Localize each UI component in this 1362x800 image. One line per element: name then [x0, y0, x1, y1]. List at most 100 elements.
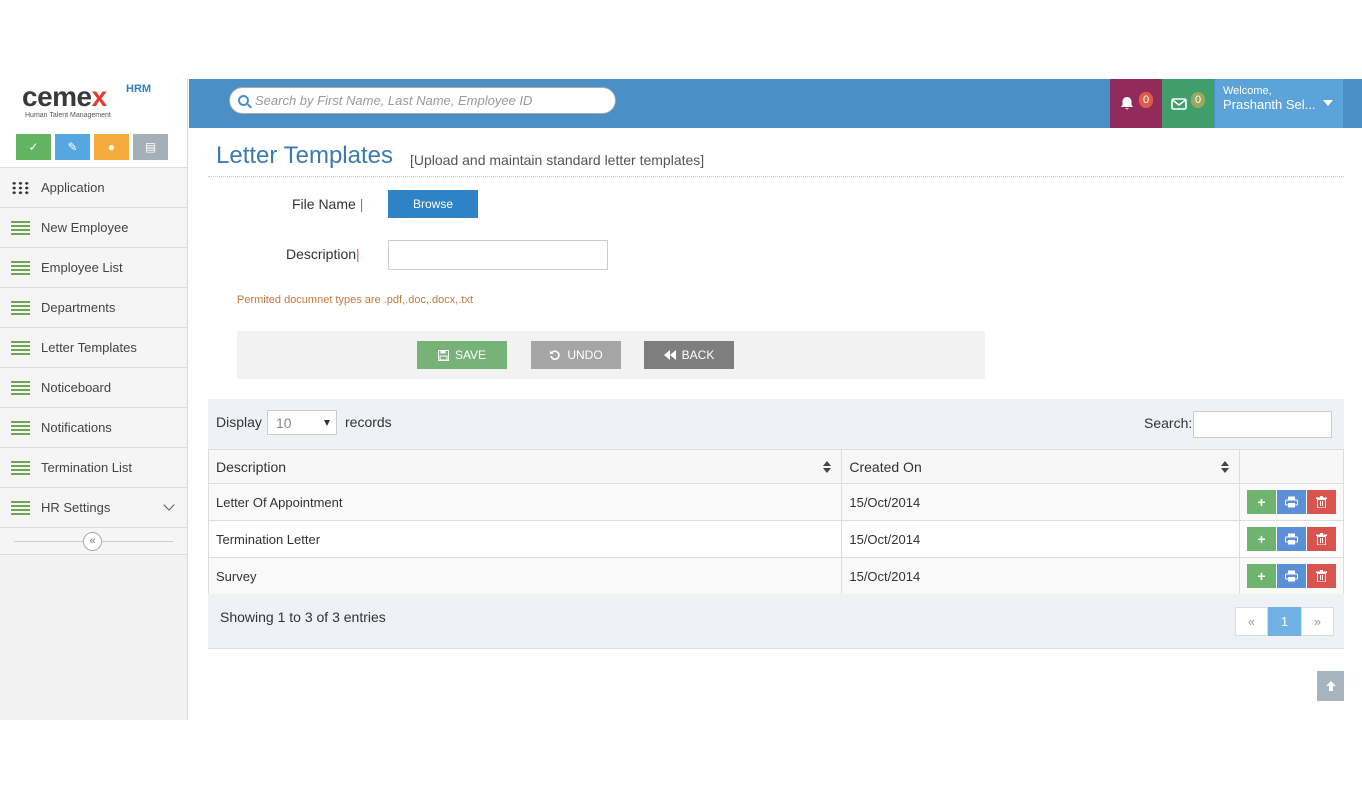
shortcut-bar: ✓ ✎ ● ▤ [0, 128, 187, 168]
sidebar-item-employee-list[interactable]: Employee List [0, 248, 187, 288]
trash-icon[interactable] [1306, 527, 1336, 551]
list-icon [11, 260, 30, 275]
file-name-label: File Name | [292, 196, 363, 212]
global-search[interactable] [229, 87, 616, 114]
plus-icon[interactable]: + [1246, 490, 1276, 514]
caret-down-icon [1323, 100, 1333, 106]
print-icon[interactable] [1276, 490, 1306, 514]
arrow-up-icon [1325, 681, 1336, 691]
sidebar-item-label: Termination List [41, 460, 133, 475]
undo-button[interactable]: UNDO [531, 341, 621, 369]
column-header-actions [1238, 449, 1345, 484]
table-search-input[interactable] [1193, 411, 1332, 438]
table-row: Survey 15/Oct/2014 + [207, 557, 1345, 595]
pagination-next[interactable]: » [1301, 607, 1334, 636]
scroll-to-top-button[interactable] [1317, 671, 1344, 701]
plus-icon[interactable]: + [1246, 527, 1276, 551]
page-subtitle: [Upload and maintain standard letter tem… [410, 152, 705, 168]
user-menu[interactable]: Welcome, Prashanth Sel... [1215, 79, 1343, 128]
sidebar-item-hr-settings[interactable]: HR Settings [0, 488, 187, 528]
page-size-select[interactable]: 10 [267, 410, 337, 435]
sidebar: cemex HRM Human Talent Management ✓ ✎ ● … [0, 79, 188, 720]
list-icon [11, 500, 30, 515]
collapse-sidebar-button[interactable]: « [83, 532, 102, 551]
user-icon[interactable]: ● [94, 134, 129, 160]
notifications-button[interactable]: 0 [1110, 79, 1162, 128]
column-header-created-on[interactable]: Created On [841, 449, 1240, 484]
column-header-label: Description [216, 458, 287, 475]
column-header-label: Created On [849, 458, 922, 475]
sidebar-item-notifications[interactable]: Notifications [0, 408, 187, 448]
sidebar-item-noticeboard[interactable]: Noticeboard [0, 368, 187, 408]
floppy-icon [437, 349, 449, 361]
sidebar-item-departments[interactable]: Departments [0, 288, 187, 328]
backward-icon [663, 350, 676, 360]
templates-table: Description Created On Letter Of Appoint… [207, 449, 1345, 595]
cell-description: Survey [207, 557, 843, 595]
list-icon [11, 220, 30, 235]
sidebar-item-new-employee[interactable]: New Employee [0, 208, 187, 248]
cell-created-on: 15/Oct/2014 [841, 557, 1240, 595]
search-input[interactable] [255, 93, 595, 108]
description-label-text: Description [286, 246, 357, 262]
table-controls: Display 10 records Search: [208, 399, 1344, 449]
sidebar-item-termination-list[interactable]: Termination List [0, 448, 187, 488]
edit-icon[interactable]: ✎ [55, 134, 90, 160]
sidebar-item-label: Departments [41, 300, 116, 315]
page-size-value: 10 [276, 415, 292, 431]
sidebar-item-label: Employee List [41, 260, 123, 275]
envelope-icon [1171, 97, 1187, 110]
cell-actions: + [1238, 557, 1345, 595]
pagination-page-1[interactable]: 1 [1268, 607, 1301, 636]
back-button[interactable]: BACK [644, 341, 734, 369]
required-mark: | [356, 246, 360, 262]
back-label: BACK [681, 348, 715, 362]
records-label: records [345, 414, 392, 430]
sort-icon [823, 461, 832, 473]
cell-description: Termination Letter [207, 520, 843, 558]
app-shell: cemex HRM Human Talent Management ✓ ✎ ● … [0, 79, 1362, 720]
list-icon [11, 340, 30, 355]
list-icon [11, 300, 30, 315]
cell-description: Letter Of Appointment [207, 483, 843, 521]
permitted-types-note: Permited documnet types are .pdf,.doc,.d… [237, 294, 474, 306]
print-icon[interactable] [1276, 527, 1306, 551]
browse-button[interactable]: Browse [388, 190, 478, 218]
save-button[interactable]: SAVE [417, 341, 507, 369]
description-label: Description| [286, 246, 360, 262]
plus-icon[interactable]: + [1246, 564, 1276, 588]
messages-button[interactable]: 0 [1162, 79, 1214, 128]
column-header-description[interactable]: Description [207, 449, 843, 484]
sidebar-item-letter-templates[interactable]: Letter Templates [0, 328, 187, 368]
chart-icon[interactable]: ▤ [133, 134, 168, 160]
logo[interactable]: cemex HRM Human Talent Management [0, 79, 187, 128]
required-mark: | [359, 196, 364, 212]
cell-actions: + [1238, 520, 1345, 558]
trash-icon[interactable] [1306, 490, 1336, 514]
row-actions: + [1246, 527, 1343, 551]
sidebar-item-label: Application [41, 180, 105, 195]
print-icon[interactable] [1276, 564, 1306, 588]
pagination-prev[interactable]: « [1235, 607, 1268, 636]
top-bar: 0 0 Welcome, Prashanth Sel... [189, 79, 1362, 128]
cell-actions: + [1238, 483, 1345, 521]
sidebar-item-label: New Employee [41, 220, 129, 235]
page-header: Letter Templates [Upload and maintain st… [208, 128, 1344, 177]
notifications-count-badge: 0 [1138, 91, 1154, 108]
cell-created-on: 15/Oct/2014 [841, 483, 1240, 521]
table-footer: Showing 1 to 3 of 3 entries « 1 » [208, 594, 1344, 649]
logo-hrm: HRM [126, 83, 152, 95]
sidebar-item-application[interactable]: Application [0, 168, 187, 208]
list-icon [11, 380, 30, 395]
table-row: Termination Letter 15/Oct/2014 + [207, 520, 1345, 558]
check-icon[interactable]: ✓ [16, 134, 51, 160]
logo-part1: cem [22, 81, 77, 112]
sidebar-collapse-row: « [0, 528, 187, 555]
sort-icon [1220, 461, 1229, 473]
trash-icon[interactable] [1306, 564, 1336, 588]
sidebar-item-label: Letter Templates [41, 340, 137, 355]
select-arrow-icon [324, 420, 330, 426]
list-icon [11, 460, 30, 475]
form-action-bar: SAVE UNDO BACK [237, 331, 985, 379]
description-input[interactable] [388, 240, 608, 270]
